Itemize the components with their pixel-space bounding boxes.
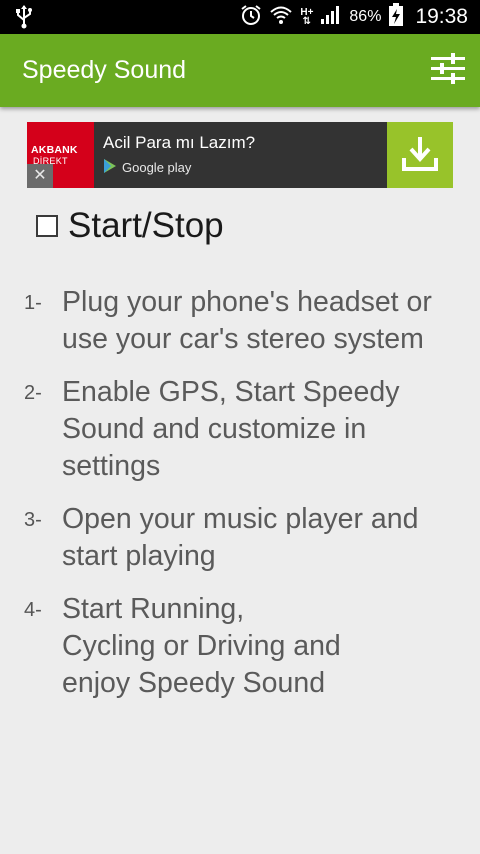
step-text: Enable GPS, Start Speedy Sound and custo…: [62, 376, 400, 482]
status-bar: H+ ⇅ 86% 19:38: [0, 0, 480, 34]
battery-charging-icon: [388, 2, 404, 32]
ad-store-label: Google play: [122, 160, 192, 175]
settings-button[interactable]: [426, 48, 470, 92]
wifi-icon: [269, 4, 293, 31]
network-type: H+ ⇅: [300, 7, 314, 27]
instruction-step: 1- Plug your phone's headset or use your…: [24, 284, 472, 358]
download-icon: [401, 134, 439, 177]
instruction-step: 4- Start Running, Cycling or Driving and…: [24, 591, 472, 702]
alarm-icon: [240, 4, 262, 31]
step-text: Open your music player and start playing: [62, 503, 419, 572]
step-number: 3-: [24, 509, 42, 531]
start-stop-checkbox[interactable]: Start/Stop: [36, 206, 224, 246]
ad-banner[interactable]: AKBANK DİREKT ✕ Acil Para mı Lazım? Goog…: [27, 122, 453, 188]
battery-percent: 86%: [349, 8, 382, 25]
start-stop-label: Start/Stop: [68, 206, 224, 245]
clock: 19:38: [415, 5, 468, 28]
step-number: 2-: [24, 382, 42, 404]
instruction-step: 2- Enable GPS, Start Speedy Sound and cu…: [24, 374, 472, 485]
step-text: Start Running, Cycling or Driving and en…: [62, 593, 341, 699]
app-title: Speedy Sound: [22, 56, 187, 84]
usb-icon: [14, 5, 34, 34]
app-bar: Speedy Sound: [0, 34, 480, 107]
close-icon[interactable]: ✕: [27, 164, 53, 188]
ad-download-button[interactable]: [387, 122, 453, 188]
step-text: Plug your phone's headset or use your ca…: [62, 286, 432, 355]
sliders-icon: [431, 52, 465, 89]
ad-store-badge: Google play: [103, 158, 191, 177]
instruction-step: 3- Open your music player and start play…: [24, 501, 472, 575]
ad-headline: Acil Para mı Lazım?: [103, 133, 256, 152]
checkbox-box[interactable]: [36, 215, 58, 237]
step-number: 4-: [24, 599, 42, 621]
instructions-list: 1- Plug your phone's headset or use your…: [24, 284, 472, 718]
step-number: 1-: [24, 292, 42, 314]
ad-brand-name: AKBANK: [31, 144, 78, 156]
play-icon: [103, 158, 117, 177]
signal-icon: [320, 5, 342, 30]
